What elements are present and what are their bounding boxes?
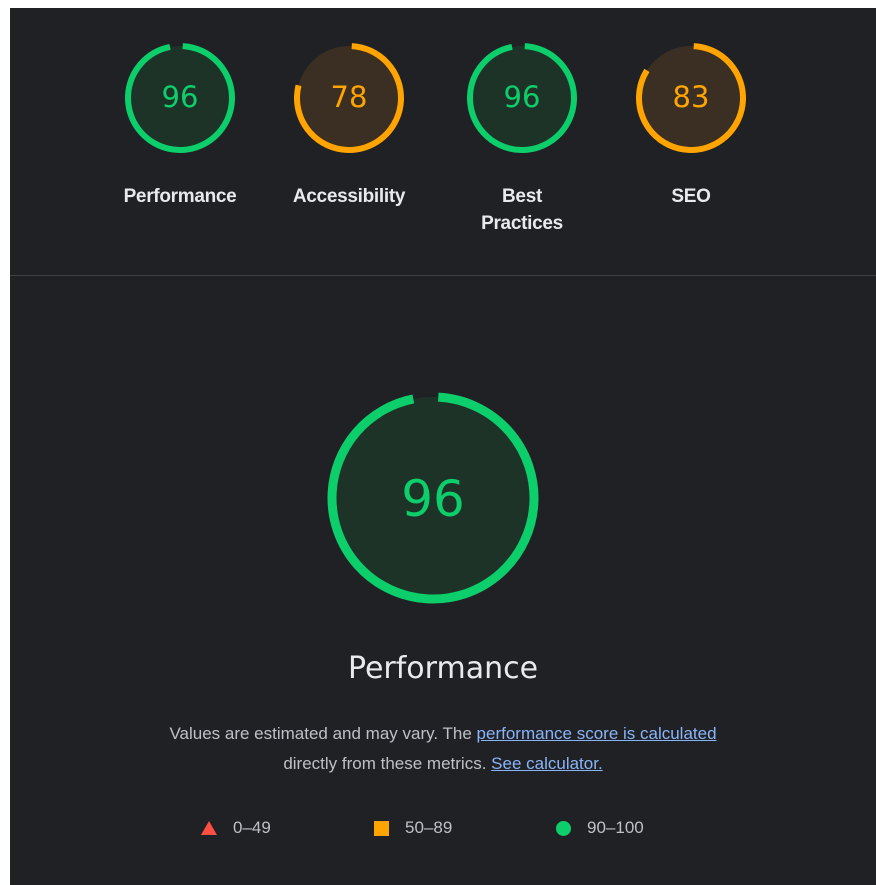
performance-score-ring: 96	[125, 42, 235, 153]
best-practices-score-ring: 96	[467, 42, 577, 153]
performance-score: 96	[162, 80, 199, 114]
accessibility-score-ring: 78	[294, 42, 404, 153]
legend-fail: 0–49	[201, 816, 271, 840]
fail-triangle-icon	[201, 821, 217, 835]
legend-pass-range: 90–100	[587, 818, 644, 837]
score-scale-legend: 0–49 50–89 90–100	[10, 816, 876, 840]
description-text-1: Values are estimated and may vary. The	[169, 724, 477, 743]
performance-score-link[interactable]: performance score is calculated	[477, 724, 717, 743]
seo-label: SEO	[671, 186, 711, 207]
category-gauges: 96 Performance 78 Accessibility 96 Best …	[10, 8, 876, 275]
seo-score-ring: 83	[636, 42, 746, 153]
performance-title: Performance	[347, 651, 539, 686]
legend-fail-range: 0–49	[233, 818, 271, 837]
seo-score: 83	[673, 80, 710, 114]
performance-score-ring-large: 96	[327, 392, 539, 604]
best-practices-score: 96	[504, 80, 541, 114]
gauge-seo[interactable]: 83 SEO	[611, 38, 771, 210]
legend-average-range: 50–89	[405, 818, 453, 837]
section-divider	[10, 275, 876, 276]
legend-pass: 90–100	[556, 816, 644, 840]
best-practices-label: Best Practices	[481, 186, 563, 234]
legend-average: 50–89	[374, 816, 452, 840]
gauge-accessibility[interactable]: 78 Accessibility	[269, 38, 429, 210]
see-calculator-link[interactable]: See calculator.	[491, 754, 603, 773]
performance-score-large: 96	[401, 470, 465, 528]
gauge-best-practices[interactable]: 96 Best Practices	[442, 38, 602, 237]
performance-description: Values are estimated and may vary. The p…	[70, 719, 816, 779]
description-text-2: directly from these metrics.	[283, 754, 492, 773]
pass-circle-icon	[556, 820, 571, 836]
accessibility-score: 78	[331, 80, 368, 114]
accessibility-label: Accessibility	[292, 186, 406, 207]
average-square-icon	[374, 820, 389, 836]
performance-label: Performance	[123, 186, 237, 207]
lighthouse-report: 96 Performance 78 Accessibility 96 Best …	[10, 8, 876, 885]
performance-gauge-large: 96	[323, 388, 543, 608]
gauge-performance[interactable]: 96 Performance	[100, 38, 260, 210]
